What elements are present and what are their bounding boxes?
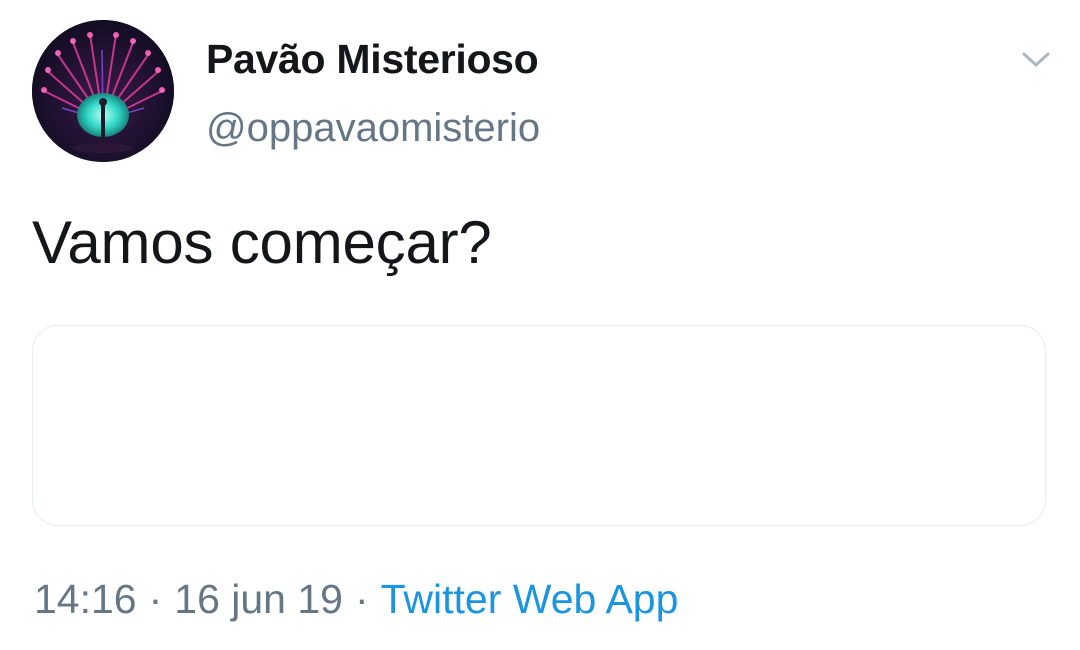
tweet-meta: 14:16 · 16 jun 19 · Twitter Web App: [34, 576, 678, 623]
tweet-source-link[interactable]: Twitter Web App: [381, 576, 679, 622]
peacock-avatar-image: [32, 20, 174, 162]
media-card[interactable]: [32, 325, 1046, 526]
tweet-time[interactable]: 14:16: [34, 576, 137, 622]
user-handle[interactable]: @oppavaomisterio: [206, 106, 540, 151]
tweet-date[interactable]: 16 jun 19: [174, 576, 343, 622]
avatar[interactable]: [32, 20, 174, 162]
meta-separator: ·: [148, 576, 163, 622]
chevron-down-icon: [1022, 52, 1050, 67]
meta-separator: ·: [354, 576, 369, 622]
tweet: Pavão Misterioso @oppavaomisterio Vamos …: [0, 0, 1080, 650]
tweet-text: Vamos começar?: [32, 209, 492, 276]
more-options-button[interactable]: [1014, 40, 1058, 80]
display-name[interactable]: Pavão Misterioso: [206, 36, 539, 83]
